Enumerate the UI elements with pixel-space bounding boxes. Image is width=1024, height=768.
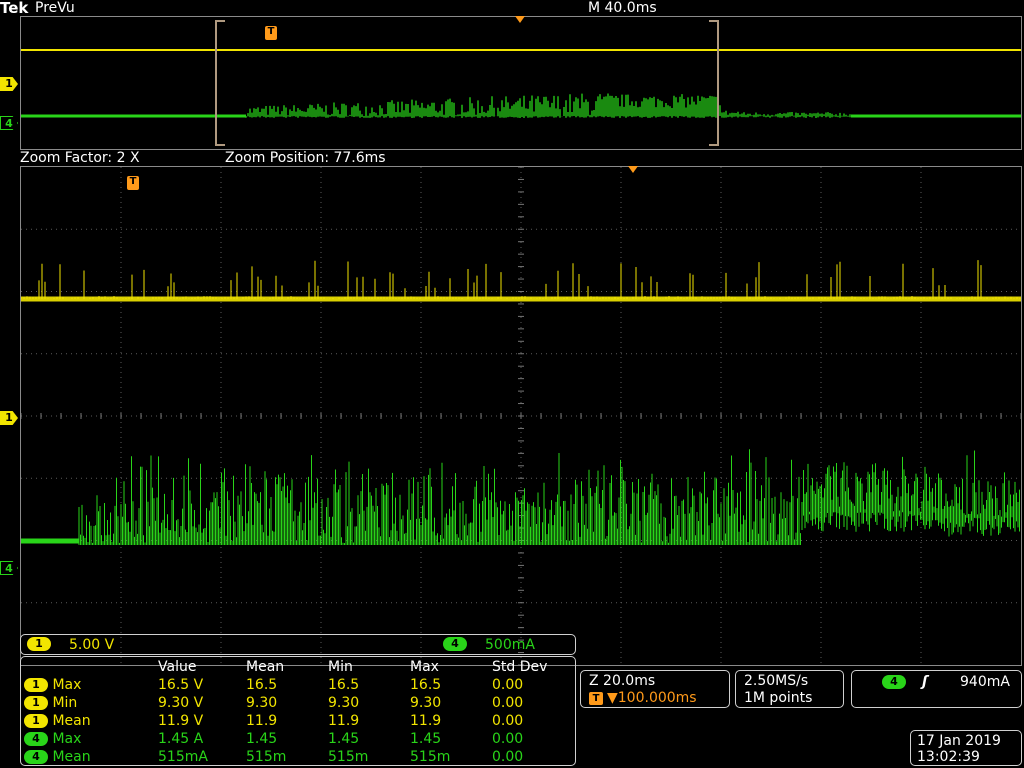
row-channel-badge: 1 (24, 696, 48, 710)
overview-trigger-marker: T (265, 26, 277, 40)
row-std: 0.00 (492, 731, 524, 747)
row-name: Min (52, 695, 78, 711)
zoom-window-bracket[interactable] (215, 20, 719, 146)
brand-logo: Tek (0, 0, 29, 17)
trigger-box[interactable]: 4 ʃ 940mA (851, 670, 1022, 708)
row-name: Mean (52, 713, 91, 729)
row-value: 16.5 V (158, 677, 204, 693)
row-min: 16.5 (328, 677, 360, 693)
row-channel-badge: 4 (24, 750, 48, 764)
trigger-level: 940mA (960, 674, 1010, 690)
row-channel-badge: 1 (24, 714, 48, 728)
ch4-scale-value: 500mA (485, 637, 535, 653)
zoom-ch4-trace (78, 449, 1020, 545)
row-max: 515m (410, 749, 451, 765)
timebase-readout[interactable]: M 40.0ms (588, 0, 657, 16)
table-row: 1 Min 9.30 V 9.30 9.30 9.30 0.00 (24, 694, 562, 712)
row-std: 0.00 (492, 695, 524, 711)
zoom-position-label: Zoom Position: 77.6ms (225, 150, 386, 166)
zoom-trigger-position-icon (628, 166, 638, 173)
sample-rate: 2.50MS/s (744, 673, 809, 689)
row-min: 515m (328, 749, 369, 765)
row-value: 1.45 A (158, 731, 204, 747)
measurement-header-row: Value Mean Min Max Std Dev (24, 658, 562, 676)
table-row: 4 Mean 515mA 515m 515m 515m 0.00 (24, 748, 562, 766)
zoom-ch1-marker[interactable]: 1 (0, 411, 18, 425)
row-name: Max (52, 677, 82, 693)
trigger-pos-icon: T (589, 692, 603, 705)
measurement-table: Value Mean Min Max Std Dev 1 Max 16.5 V … (24, 658, 562, 766)
row-max: 11.9 (410, 713, 442, 729)
table-row: 4 Max 1.45 A 1.45 1.45 1.45 0.00 (24, 730, 562, 748)
row-value: 515mA (158, 749, 208, 765)
row-mean: 515m (246, 749, 287, 765)
row-min: 9.30 (328, 695, 360, 711)
row-mean: 11.9 (246, 713, 278, 729)
table-row: 1 Mean 11.9 V 11.9 11.9 11.9 0.00 (24, 712, 562, 730)
zoom-info-box[interactable]: Z 20.0ms T ▼100.000ms (580, 670, 730, 708)
trigger-slope-icon: ʃ (922, 674, 928, 690)
row-max: 16.5 (410, 677, 442, 693)
col-min: Min (328, 659, 353, 675)
mode-label: PreVu (35, 0, 75, 16)
row-max: 1.45 (410, 731, 442, 747)
overview-ch1-marker[interactable]: 1 (0, 77, 18, 91)
record-length: 1M points (744, 690, 813, 706)
zoom-graticule: T (20, 166, 1022, 666)
time: 13:02:39 (917, 749, 980, 765)
row-mean: 1.45 (246, 731, 278, 747)
overview-panel: T (20, 16, 1022, 150)
row-min: 1.45 (328, 731, 360, 747)
acquisition-box[interactable]: 2.50MS/s 1M points (735, 670, 844, 708)
row-std: 0.00 (492, 749, 524, 765)
zoom-factor-label: Zoom Factor: 2 X (20, 150, 140, 166)
trigger-source-badge: 4 (882, 675, 906, 689)
row-channel-badge: 1 (24, 678, 48, 692)
row-name: Mean (52, 749, 91, 765)
zoom-ch1-trace (21, 260, 1021, 299)
zoom-trigger-marker: T (127, 176, 139, 190)
zoom-ch4-marker[interactable]: 4 (0, 561, 18, 575)
datetime-box: 17 Jan 2019 13:02:39 (910, 730, 1022, 766)
ch1-scale-value: 5.00 V (69, 637, 115, 653)
col-value: Value (158, 659, 197, 675)
row-value: 9.30 V (158, 695, 204, 711)
zoom-waveforms (21, 260, 1021, 545)
row-max: 9.30 (410, 695, 442, 711)
col-mean: Mean (246, 659, 285, 675)
row-std: 0.00 (492, 677, 524, 693)
row-value: 11.9 V (158, 713, 204, 729)
channel-scale-bar[interactable]: 1 5.00 V 4 500mA (20, 634, 576, 655)
row-name: Max (52, 731, 82, 747)
row-min: 11.9 (328, 713, 360, 729)
ch1-scale-badge: 1 (27, 637, 51, 651)
row-channel-badge: 4 (24, 732, 48, 746)
row-std: 0.00 (492, 713, 524, 729)
date: 17 Jan 2019 (917, 733, 1001, 749)
row-mean: 9.30 (246, 695, 278, 711)
ch4-scale-badge: 4 (443, 637, 467, 651)
col-std-dev: Std Dev (492, 659, 548, 675)
zoom-scale: Z 20.0ms (589, 673, 656, 689)
table-row: 1 Max 16.5 V 16.5 16.5 16.5 0.00 (24, 676, 562, 694)
overview-ch4-marker[interactable]: 4 (0, 116, 18, 130)
col-max: Max (410, 659, 439, 675)
row-mean: 16.5 (246, 677, 278, 693)
trigger-position-value: ▼100.000ms (607, 690, 697, 706)
overview-trigger-position-icon (515, 16, 525, 23)
